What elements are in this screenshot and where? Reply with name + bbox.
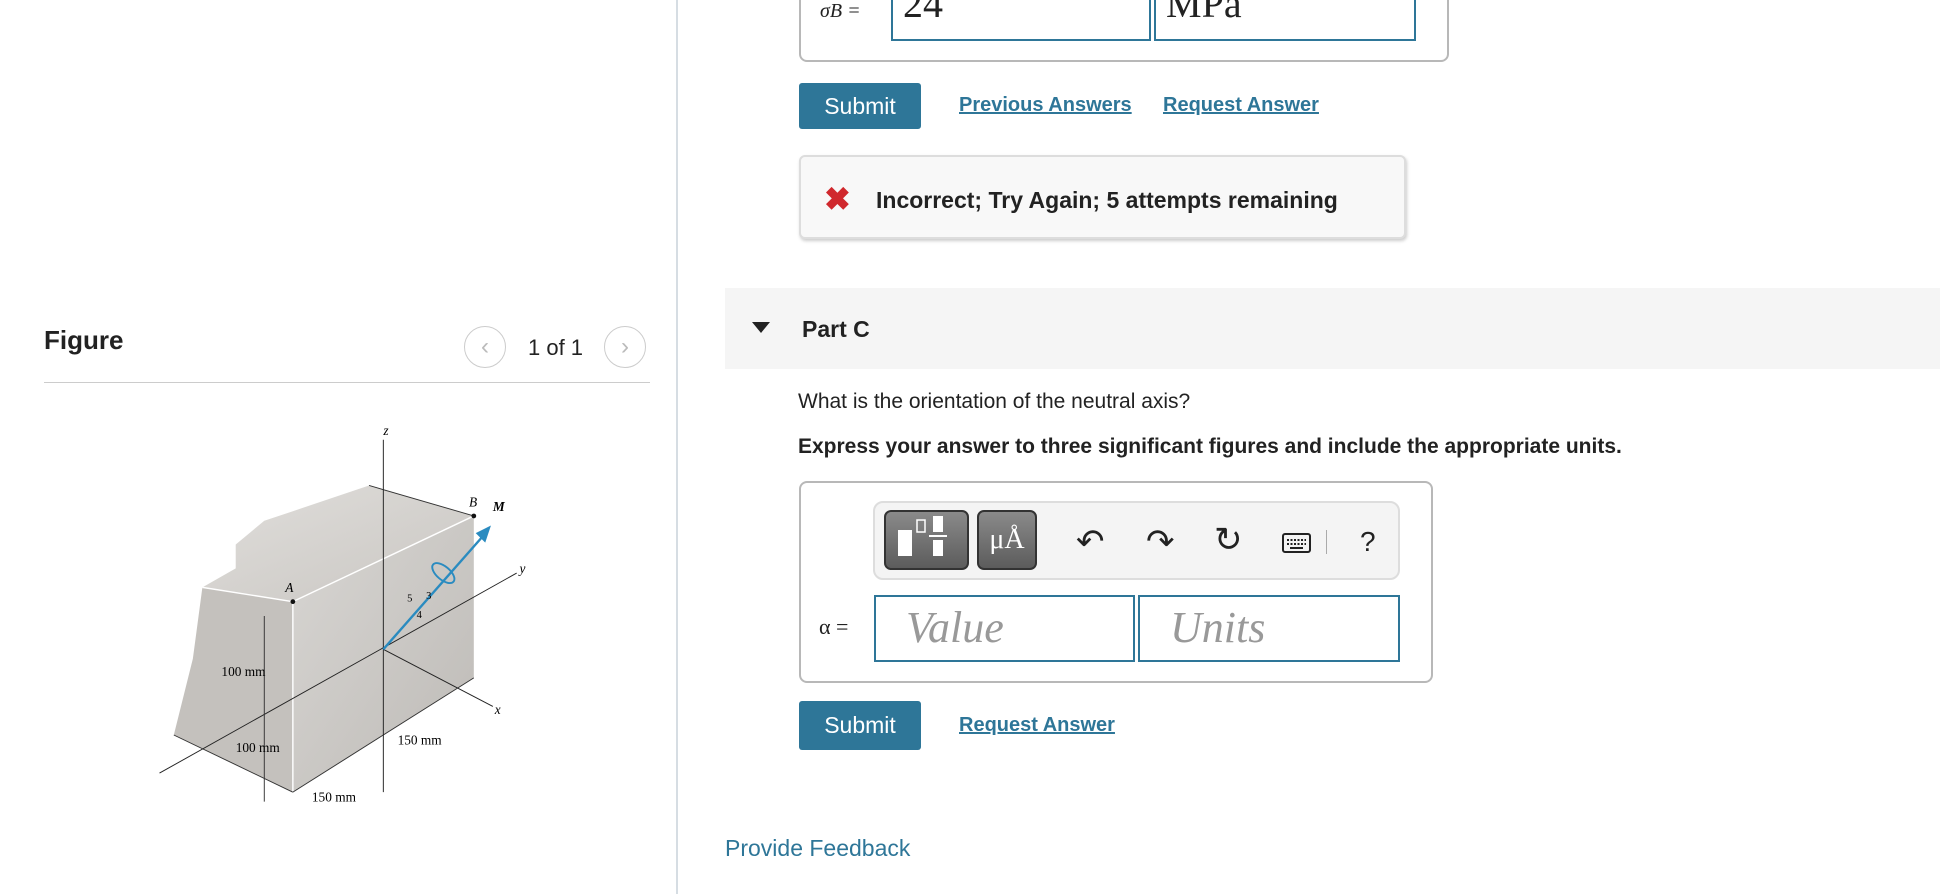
dimension-label: 100 mm	[221, 664, 266, 679]
alpha-label: α =	[819, 614, 849, 639]
panel-divider[interactable]	[676, 0, 678, 894]
provide-feedback-link[interactable]: Provide Feedback	[725, 835, 910, 862]
redo-icon[interactable]: ↷	[1146, 522, 1175, 562]
instruction-text: Express your answer to three significant…	[798, 435, 1622, 458]
chevron-right-icon: ›	[621, 333, 629, 360]
part-c-submit-button[interactable]: Submit	[799, 701, 921, 750]
dimension-label: 150 mm	[312, 790, 357, 805]
part-b-submit-button[interactable]: Submit	[799, 83, 921, 129]
part-b-request-answer-link[interactable]: Request Answer	[1163, 94, 1319, 117]
point-b-label: B	[469, 494, 477, 509]
figure-pager-count: 1 of 1	[528, 335, 584, 360]
templates-icon	[898, 516, 947, 556]
help-button[interactable]: ?	[1360, 526, 1376, 558]
incorrect-x-icon: ✖	[824, 181, 851, 217]
x-axis-label: x	[494, 702, 501, 717]
point-a-label: A	[284, 580, 294, 595]
units-symbol-button[interactable]: μÅ	[977, 510, 1037, 570]
slope-label: 5	[407, 594, 412, 605]
figure-title: Figure	[44, 325, 124, 355]
caret-down-icon[interactable]	[752, 322, 770, 333]
previous-answers-link[interactable]: Previous Answers	[959, 94, 1132, 117]
alpha-value-input[interactable]: Value	[874, 595, 1135, 662]
slope-label: 4	[417, 610, 423, 621]
templates-button[interactable]	[884, 510, 969, 570]
sigma-b-units-input[interactable]: MPa	[1154, 0, 1416, 41]
sigma-b-value-input[interactable]: 24	[891, 0, 1151, 41]
z-axis-label: z	[382, 423, 389, 438]
feedback-text: Incorrect; Try Again; 5 attempts remaini…	[876, 187, 1338, 213]
undo-icon[interactable]: ↶	[1076, 522, 1105, 562]
slope-label: 3	[426, 591, 431, 602]
question-text: What is the orientation of the neutral a…	[798, 390, 1191, 413]
part-c-header[interactable]	[725, 288, 1940, 369]
chevron-left-icon: ‹	[481, 333, 489, 360]
sigma-b-label: σB =	[820, 0, 861, 22]
beam-figure: z y x A B M 100 mm 100 mm 150 mm 150 mm …	[159, 423, 526, 805]
alpha-units-input[interactable]: Units	[1138, 595, 1400, 662]
dimension-label: 100 mm	[236, 740, 281, 755]
part-c-request-answer-link[interactable]: Request Answer	[959, 714, 1115, 737]
divider	[44, 382, 650, 383]
y-axis-label: y	[518, 561, 526, 576]
next-figure-button[interactable]: ›	[604, 326, 646, 368]
reset-icon[interactable]: ↻	[1214, 520, 1243, 560]
part-c-label: Part C	[802, 316, 870, 342]
keyboard-icon[interactable]	[1282, 532, 1312, 554]
toolbar-separator	[1326, 530, 1327, 554]
moment-label: M	[492, 499, 506, 514]
dimension-label: 150 mm	[398, 733, 443, 748]
prev-figure-button[interactable]: ‹	[464, 326, 506, 368]
